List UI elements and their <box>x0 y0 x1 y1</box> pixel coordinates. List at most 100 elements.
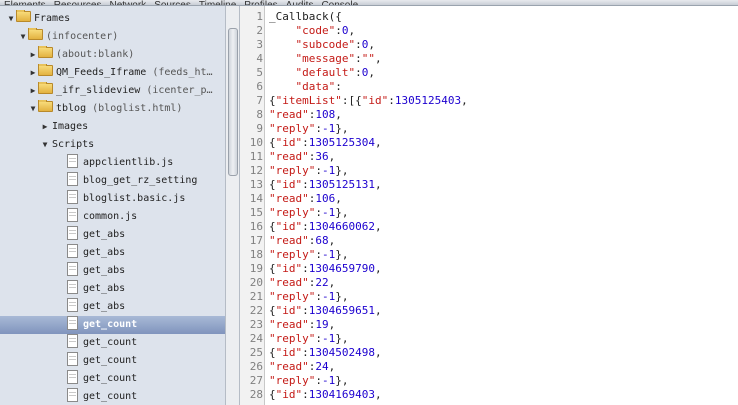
code-line: 10 {"id":1305125304, <box>240 136 738 150</box>
disclosure-collapsed-icon[interactable]: ▶ <box>28 82 38 100</box>
line-number[interactable]: 18 <box>240 248 263 262</box>
line-number[interactable]: 14 <box>240 192 263 206</box>
line-number[interactable]: 16 <box>240 220 263 234</box>
code-line: 18 "reply":-1}, <box>240 248 738 262</box>
tree-item-script[interactable]: get_count <box>0 352 225 370</box>
resources-sidebar: ▼ Frames ▼ (infocenter) ▶ (about:blank) ▶ QM_Fe… <box>0 6 225 405</box>
disclosure-collapsed-icon[interactable]: ▶ <box>40 118 50 136</box>
disclosure-expanded-icon[interactable]: ▼ <box>28 100 38 118</box>
tree-item-script[interactable]: get_abs <box>0 298 225 316</box>
code-line: 16 {"id":1304660062, <box>240 220 738 234</box>
tree-item-folder[interactable]: ▼ (infocenter) <box>0 28 225 46</box>
code-text: _Callback({ <box>269 10 342 23</box>
code-line: 23 "read":19, <box>240 318 738 332</box>
line-number[interactable]: 11 <box>240 150 263 164</box>
code-text: "read":68, <box>269 234 336 247</box>
code-text: {"id":1304659790, <box>269 262 382 275</box>
tree-item-label: get_abs <box>83 265 126 276</box>
tree-item-label: QM_Feeds_Iframe <box>56 67 147 78</box>
tree-item-folder[interactable]: ▼ tblog (bloglist.html) <box>0 100 225 118</box>
line-number[interactable]: 5 <box>240 66 263 80</box>
code-text: "reply":-1}, <box>269 206 349 219</box>
line-number[interactable]: 24 <box>240 332 263 346</box>
line-number[interactable]: 26 <box>240 360 263 374</box>
code-line: 1 _Callback({ <box>240 10 738 24</box>
tree-item-label: blog_get_rz_setting <box>83 175 198 186</box>
disclosure-expanded-icon[interactable]: ▼ <box>40 136 50 154</box>
line-number[interactable]: 7 <box>240 94 263 108</box>
line-number[interactable]: 28 <box>240 388 263 402</box>
tree-item-script[interactable]: get_count <box>0 370 225 388</box>
tree-item-label: tblog <box>56 103 87 114</box>
disclosure-expanded-icon[interactable]: ▼ <box>18 28 28 46</box>
tree-item-label: _ifr_slideview <box>56 85 141 96</box>
line-number[interactable]: 6 <box>240 80 263 94</box>
tree-item-folder[interactable]: ▶ _ifr_slideview (icenter_p… <box>0 82 225 100</box>
code-line: 24 "reply":-1}, <box>240 332 738 346</box>
tree-item-script[interactable]: appclientlib.js <box>0 154 225 172</box>
tree-item-folder[interactable]: ▶ (about:blank) <box>0 46 225 64</box>
line-number[interactable]: 12 <box>240 164 263 178</box>
line-number[interactable]: 15 <box>240 206 263 220</box>
code-line: 8 "read":108, <box>240 108 738 122</box>
code-line: 2 "code":0, <box>240 24 738 38</box>
line-number[interactable]: 22 <box>240 304 263 318</box>
line-number[interactable]: 2 <box>240 24 263 38</box>
line-number[interactable]: 27 <box>240 374 263 388</box>
tree-item-label: get_abs <box>83 229 126 240</box>
line-number[interactable]: 10 <box>240 136 263 150</box>
source-viewer[interactable]: 1 _Callback({2 "code":0, 3 "subcode":0, 4 "… <box>240 6 738 405</box>
line-number[interactable]: 1 <box>240 10 263 24</box>
code-line: 21 "reply":-1}, <box>240 290 738 304</box>
tree-item-label: get_abs <box>83 283 126 294</box>
tree-item-script[interactable]: get_count <box>0 334 225 352</box>
script-file-icon <box>67 172 78 186</box>
line-number[interactable]: 8 <box>240 108 263 122</box>
tree-item-folder[interactable]: ▼ Frames <box>0 10 225 28</box>
tree-item-script[interactable]: get_count <box>0 316 225 334</box>
line-number[interactable]: 4 <box>240 52 263 66</box>
code-line: 14 "read":106, <box>240 192 738 206</box>
line-number[interactable]: 21 <box>240 290 263 304</box>
code-line: 4 "message":"", <box>240 52 738 66</box>
code-text: {"id":1305125131, <box>269 178 382 191</box>
code-line: 17 "read":68, <box>240 234 738 248</box>
tree-item-script[interactable]: get_abs <box>0 262 225 280</box>
code-text: "message":"", <box>295 52 382 65</box>
code-text: "data": <box>295 80 342 93</box>
code-text: {"id":1304169403, <box>269 388 382 401</box>
script-file-icon <box>67 298 78 312</box>
script-file-icon <box>67 262 78 276</box>
tree-item-script[interactable]: get_abs <box>0 244 225 262</box>
tree-item-script[interactable]: bloglist.basic.js <box>0 190 225 208</box>
line-number[interactable]: 20 <box>240 276 263 290</box>
tree-item-label: get_count <box>83 373 138 384</box>
tree-item-group[interactable]: ▶ Images <box>0 118 225 136</box>
tree-item-script[interactable]: get_abs <box>0 280 225 298</box>
folder-icon <box>38 82 53 94</box>
line-number[interactable]: 23 <box>240 318 263 332</box>
code-text: "read":36, <box>269 150 336 163</box>
tree-item-script[interactable]: common.js <box>0 208 225 226</box>
line-number[interactable]: 9 <box>240 122 263 136</box>
code-line: 20 "read":22, <box>240 276 738 290</box>
sidebar-scrollbar[interactable] <box>225 6 240 405</box>
disclosure-expanded-icon[interactable]: ▼ <box>6 10 16 28</box>
line-number[interactable]: 25 <box>240 346 263 360</box>
disclosure-collapsed-icon[interactable]: ▶ <box>28 64 38 82</box>
code-line: 13 {"id":1305125131, <box>240 178 738 192</box>
tree-item-script[interactable]: get_count <box>0 388 225 405</box>
scrollbar-thumb[interactable] <box>228 28 238 176</box>
line-number[interactable]: 3 <box>240 38 263 52</box>
tree-item-script[interactable]: blog_get_rz_setting <box>0 172 225 190</box>
tree-item-group[interactable]: ▼ Scripts <box>0 136 225 154</box>
tree-item-url: (icenter_p… <box>140 85 213 96</box>
tree-item-folder[interactable]: ▶ QM_Feeds_Iframe (feeds_ht… <box>0 64 225 82</box>
disclosure-collapsed-icon[interactable]: ▶ <box>28 46 38 64</box>
line-number[interactable]: 19 <box>240 262 263 276</box>
code-line: 27 "reply":-1}, <box>240 374 738 388</box>
line-number[interactable]: 17 <box>240 234 263 248</box>
tree-item-script[interactable]: get_abs <box>0 226 225 244</box>
line-number[interactable]: 13 <box>240 178 263 192</box>
tree-item-url: (about:blank) <box>56 49 135 60</box>
